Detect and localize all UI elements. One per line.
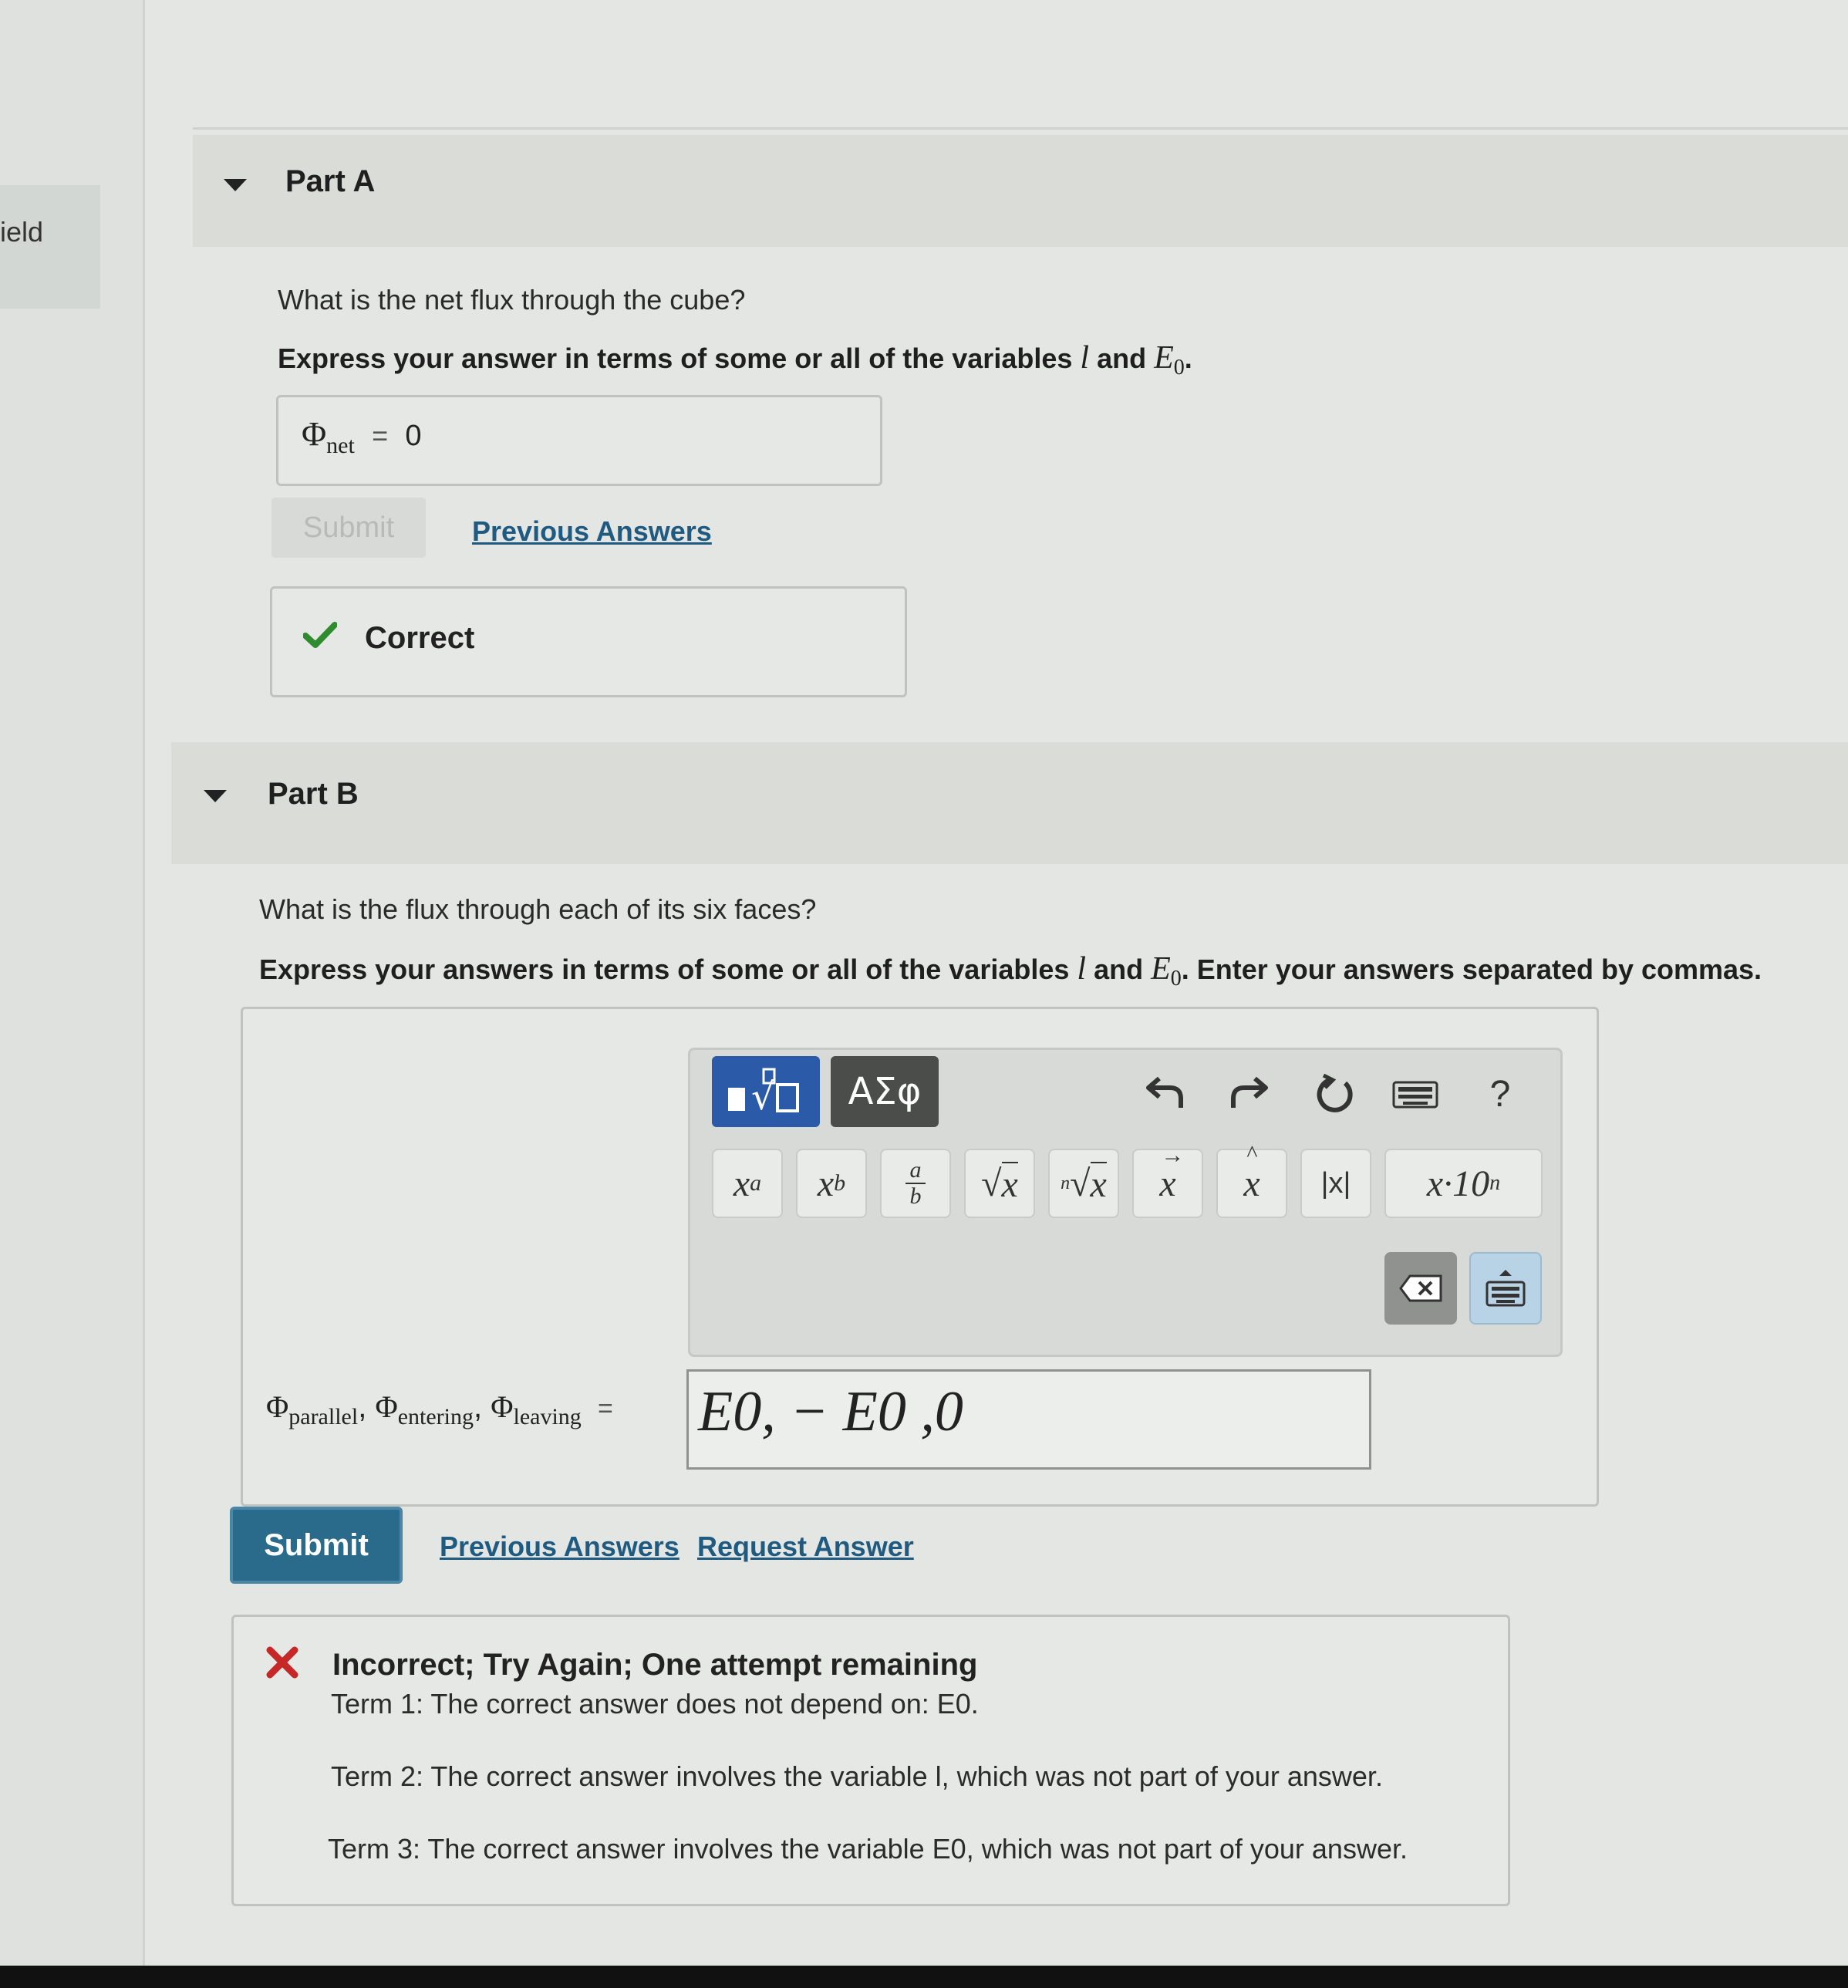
part-a-answer-box: Φnet = 0 [276,395,882,486]
part-b-answer-input[interactable]: E0, − E0 ,0 [686,1369,1371,1470]
scientific-notation-button[interactable]: x·10 n [1384,1149,1543,1218]
part-a-title: Part A [285,164,376,198]
feedback-term-3: Term 3: The correct answer involves the … [328,1833,1408,1865]
feedback-term-1: Term 1: The correct answer does not depe… [331,1688,979,1720]
answer-value: E0, − E0 ,0 [698,1380,963,1443]
collapse-triangle-icon[interactable] [224,179,247,191]
sidebar-tab-label: ield [0,216,44,248]
redo-icon[interactable] [1222,1065,1276,1119]
part-a-instruction: Express your answer in terms of some or … [278,340,1192,380]
keyboard-icon[interactable] [1388,1072,1442,1118]
submit-button[interactable]: Submit [230,1507,403,1584]
part-b-answer-label: Φparallel, Φentering, Φleaving = [266,1389,613,1429]
previous-answers-link[interactable]: Previous Answers [472,515,712,548]
abs-value-button[interactable]: |x| [1300,1149,1371,1218]
sidebar-tab[interactable]: ield [0,185,100,309]
backspace-button[interactable] [1384,1252,1457,1325]
math-toolbar: √ ΑΣφ ? xa xb ab √ x n √ x x → x ^ |x| x·10 n [688,1048,1563,1357]
feedback-incorrect-title: Incorrect; Try Again; One attempt remain… [332,1648,978,1682]
subscript-button[interactable]: xb [796,1149,867,1218]
nth-root-button[interactable]: n √ x [1048,1149,1119,1218]
fraction-button[interactable]: ab [880,1149,951,1218]
superscript-button[interactable]: xa [712,1149,783,1218]
greek-mode-button[interactable]: ΑΣφ [831,1056,939,1127]
feedback-correct-text: Correct [365,621,475,655]
answer-value: 0 [405,420,422,452]
sqrt-button[interactable]: √ x [964,1149,1035,1218]
unit-vector-button[interactable]: x ^ [1216,1141,1287,1218]
part-b-feedback: Incorrect; Try Again; One attempt remain… [231,1615,1510,1906]
keyboard-toggle-icon [1485,1270,1526,1307]
templates-icon: √ [728,1068,799,1119]
help-button[interactable]: ? [1477,1067,1523,1121]
reset-icon[interactable] [1307,1067,1361,1121]
request-answer-link[interactable]: Request Answer [697,1531,914,1563]
vector-button[interactable]: x → [1132,1143,1203,1218]
part-b-header[interactable]: Part B [171,742,1848,864]
part-b-instruction: Express your answers in terms of some or… [259,951,1762,991]
part-a-feedback: Correct [270,586,907,697]
part-b-title: Part B [268,777,359,811]
answer-label: Φnet = 0 [302,415,422,458]
previous-answers-link[interactable]: Previous Answers [440,1531,680,1563]
templates-mode-button[interactable]: √ [712,1056,820,1127]
divider [193,127,1848,130]
feedback-term-2: Term 2: The correct answer involves the … [331,1760,1383,1792]
collapse-triangle-icon[interactable] [204,790,227,802]
undo-icon[interactable] [1138,1065,1192,1119]
backspace-icon [1399,1274,1442,1302]
part-a-question: What is the net flux through the cube? [278,284,746,316]
checkmark-icon [303,622,337,648]
screen-bezel [0,1966,1848,1988]
submit-button-disabled[interactable]: Submit [271,498,426,558]
incorrect-x-icon [266,1646,298,1679]
part-a-header[interactable]: Part A [193,135,1848,247]
part-b-question: What is the flux through each of its six… [259,893,817,925]
keyboard-toggle-button[interactable] [1469,1252,1542,1325]
